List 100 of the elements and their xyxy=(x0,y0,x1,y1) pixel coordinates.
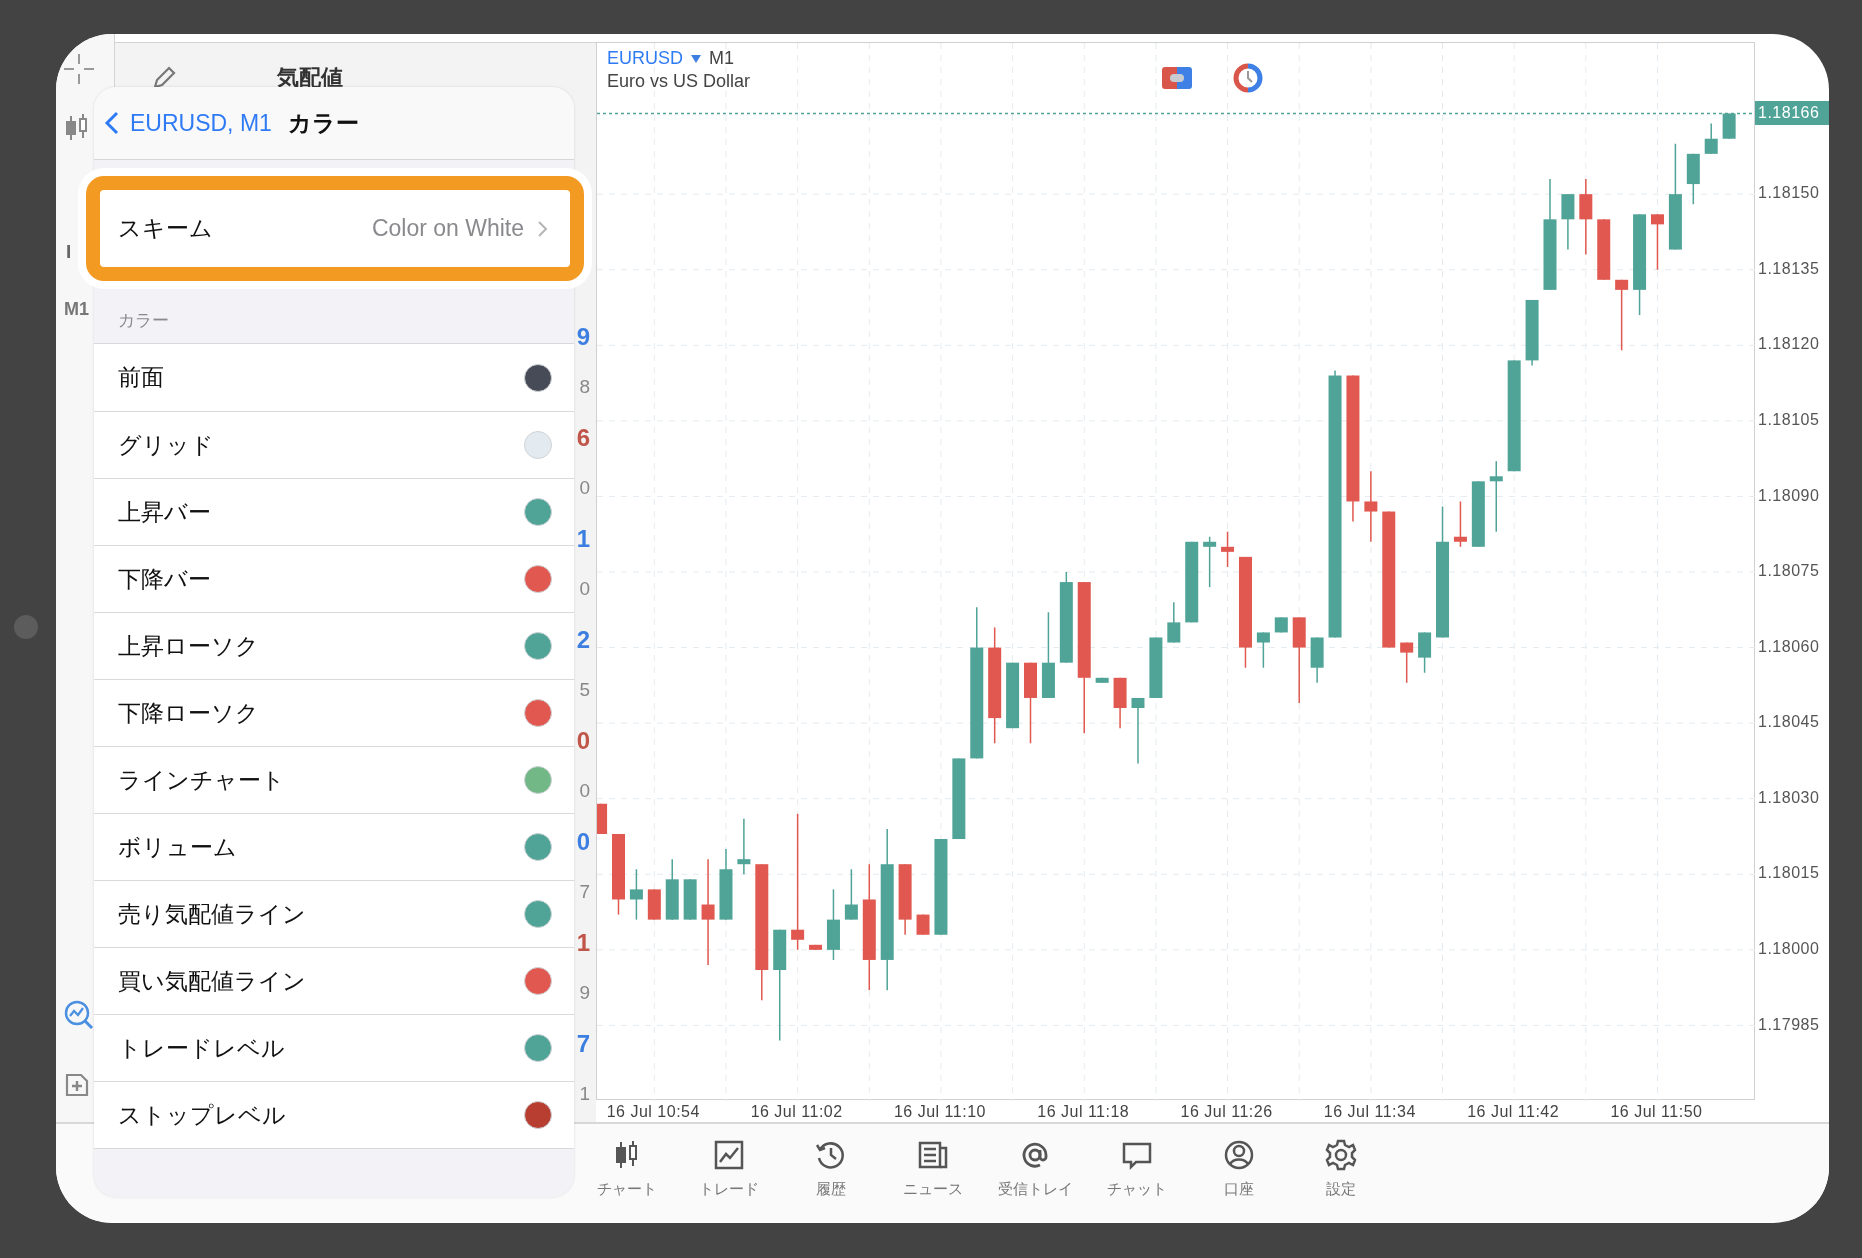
quote-price: 6 xyxy=(576,423,590,453)
price-axis-label: 1.18030 xyxy=(1757,787,1821,808)
color-swatch[interactable] xyxy=(524,363,552,392)
camera-dot xyxy=(14,615,38,639)
time-axis-label: 16 Jul 11:34 xyxy=(1323,1102,1416,1122)
time-axis-label: 16 Jul 11:02 xyxy=(750,1102,843,1122)
candlestick xyxy=(737,818,751,876)
price-axis-label: 1.18060 xyxy=(1757,636,1821,657)
quote-price: 2 xyxy=(576,625,590,655)
scheme-value: Color on White xyxy=(371,215,524,242)
price-axis-label: 1.18105 xyxy=(1757,410,1821,431)
price-axis-label: 1.18075 xyxy=(1757,561,1821,582)
candlestick xyxy=(1364,470,1378,543)
color-row[interactable]: ボリューム xyxy=(94,813,574,880)
color-row[interactable]: 上昇バー xyxy=(94,478,574,545)
color-swatch[interactable] xyxy=(524,565,552,593)
mail-tab[interactable]: 受信トレイ xyxy=(984,1124,1086,1221)
color-row[interactable]: 買い気配値ライン xyxy=(94,947,574,1014)
crosshair-icon[interactable] xyxy=(64,54,94,84)
color-swatch[interactable] xyxy=(524,766,552,794)
settings-icon[interactable] xyxy=(1324,1138,1358,1172)
chart-tab[interactable]: チャート xyxy=(576,1124,678,1221)
color-row[interactable]: ストップレベル xyxy=(94,1081,574,1148)
time-axis-label: 16 Jul 11:10 xyxy=(893,1102,986,1122)
price-axis-label: 1.18045 xyxy=(1757,712,1821,733)
quote-value: 0 xyxy=(579,779,590,803)
color-swatch[interactable] xyxy=(524,900,552,928)
section-header: カラー xyxy=(118,309,169,332)
quote-price: 1 xyxy=(576,928,590,958)
candlestick xyxy=(1615,279,1629,352)
color-swatch[interactable] xyxy=(524,699,552,727)
color-row[interactable]: 前面 xyxy=(94,344,574,411)
current-price-tag: 1.18166 xyxy=(1755,100,1829,125)
news-tab[interactable]: ニュース xyxy=(882,1124,984,1221)
quote-price: 0 xyxy=(576,827,590,857)
account-tab[interactable]: 口座 xyxy=(1188,1124,1290,1221)
color-swatch[interactable] xyxy=(524,1034,552,1062)
quote-price: 7 xyxy=(576,1029,590,1059)
quote-price: 1 xyxy=(576,524,590,554)
color-swatch[interactable] xyxy=(524,1101,552,1129)
candlestick xyxy=(1256,631,1270,669)
candlestick-icon[interactable] xyxy=(64,114,90,142)
person-icon[interactable] xyxy=(1222,1138,1256,1172)
candlestick xyxy=(844,868,858,921)
time-axis-label: 16 Jul 11:18 xyxy=(1037,1102,1130,1122)
back-button[interactable]: EURUSD, M1 xyxy=(104,109,272,137)
symbol-link[interactable]: EURUSD xyxy=(607,48,683,69)
color-swatch[interactable] xyxy=(524,967,552,995)
quote-value: 7 xyxy=(579,880,590,904)
price-axis-label: 1.18000 xyxy=(1757,938,1821,959)
color-row[interactable]: 売り気配値ライン xyxy=(94,880,574,947)
candlestick xyxy=(629,868,643,921)
candlestick xyxy=(1221,530,1235,568)
price-axis-label: 1.18120 xyxy=(1757,334,1821,355)
chat-tab[interactable]: チャット xyxy=(1086,1124,1188,1221)
quote-value: 9 xyxy=(579,981,590,1005)
price-axis-label: 1.18015 xyxy=(1757,863,1821,884)
candlestick xyxy=(1203,535,1217,588)
candlestick xyxy=(1650,213,1664,271)
quote-value: 0 xyxy=(579,476,590,500)
color-row[interactable]: 上昇ローソク xyxy=(94,612,574,679)
price-axis-label: 1.18090 xyxy=(1757,485,1821,506)
candlestick xyxy=(1167,601,1181,644)
color-row[interactable]: 下降バー xyxy=(94,545,574,612)
time-axis-label: 16 Jul 11:42 xyxy=(1467,1102,1560,1122)
trade-tab[interactable]: トレード xyxy=(678,1124,780,1221)
history-tab[interactable]: 履歴 xyxy=(780,1124,882,1221)
toggle-icon[interactable] xyxy=(1162,66,1192,90)
chevron-left-icon xyxy=(104,110,120,136)
color-swatch[interactable] xyxy=(524,632,552,660)
line-chart-icon[interactable] xyxy=(712,1138,746,1172)
quote-price: 9 xyxy=(576,322,590,352)
color-row[interactable]: 下降ローソク xyxy=(94,679,574,746)
quote-price: 0 xyxy=(576,726,590,756)
color-swatch[interactable] xyxy=(524,431,552,459)
scheme-row[interactable]: スキーム Color on White xyxy=(86,176,584,281)
color-row[interactable]: トレードレベル xyxy=(94,1014,574,1081)
quote-value: 5 xyxy=(579,678,590,702)
quote-value: 8 xyxy=(579,375,590,399)
time-axis-label: 16 Jul 11:26 xyxy=(1180,1102,1273,1122)
settings-tab[interactable]: 設定 xyxy=(1290,1124,1392,1221)
timeframe-label[interactable]: I xyxy=(66,240,72,264)
price-axis-label: 1.17985 xyxy=(1757,1014,1821,1035)
price-axis-label: 1.18150 xyxy=(1757,183,1821,204)
color-row[interactable]: ラインチャート xyxy=(94,746,574,813)
quote-value: 0 xyxy=(579,577,590,601)
add-box-icon[interactable] xyxy=(64,1072,90,1098)
color-row[interactable]: グリッド xyxy=(94,411,574,478)
timeframe-label[interactable]: M1 xyxy=(64,297,89,321)
price-axis-label: 1.18135 xyxy=(1757,258,1821,279)
candlestick xyxy=(701,858,715,966)
candlestick xyxy=(1131,697,1145,765)
dropdown-caret-icon[interactable] xyxy=(691,54,701,63)
color-swatch[interactable] xyxy=(524,498,552,526)
candlestick xyxy=(1704,122,1718,155)
clock-icon[interactable] xyxy=(1233,63,1263,93)
color-swatch[interactable] xyxy=(524,833,552,861)
time-axis-label: 16 Jul 10:54 xyxy=(606,1102,700,1122)
symbol-description: Euro vs US Dollar xyxy=(607,71,751,92)
chart-search-icon[interactable] xyxy=(64,1000,94,1030)
